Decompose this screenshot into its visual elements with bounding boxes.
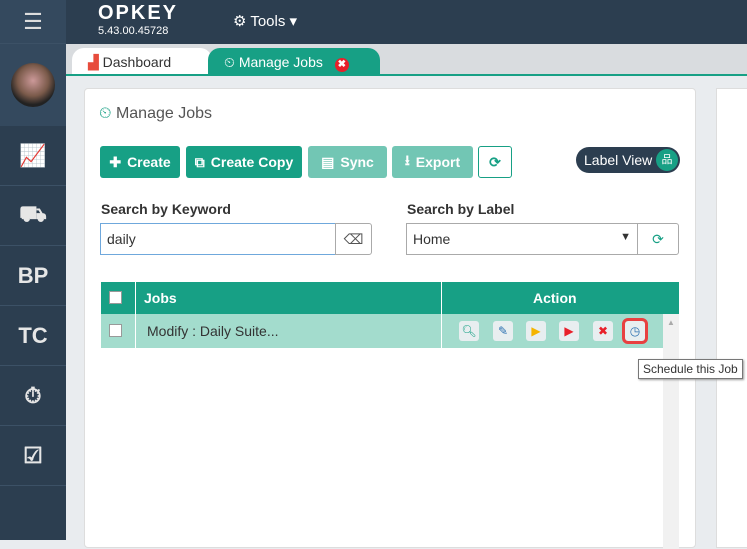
select-all-checkbox[interactable] <box>109 291 122 304</box>
label-refresh-button[interactable]: ⟳ <box>637 223 679 255</box>
sidebar-item-jobs[interactable]: ⏱ <box>0 366 66 426</box>
scrollbar[interactable]: ▲ <box>663 314 679 549</box>
hamburger-menu-icon[interactable]: ☰ <box>0 0 66 44</box>
right-panel <box>716 88 747 548</box>
manage-jobs-panel: ⏲ Manage Jobs ✚ Create ⧉ Create Copy ▤ S… <box>84 88 696 549</box>
briefcase-icon: ⏲ <box>99 105 116 122</box>
chart-icon: ▟ <box>88 54 103 70</box>
briefcase-icon: ⏲ <box>224 54 239 70</box>
tools-menu[interactable]: ⚙ Tools ▾ <box>233 12 297 30</box>
sidebar-item-checklist[interactable]: ☑ <box>0 426 66 486</box>
tooltip: Schedule this Job <box>638 359 743 379</box>
create-button[interactable]: ✚ Create <box>100 146 180 178</box>
avatar[interactable] <box>0 44 66 126</box>
run-now-play-icon[interactable]: ▶ <box>559 321 579 341</box>
tab-dashboard[interactable]: ▟ Dashboard <box>72 48 212 76</box>
tab-bar: ▟ Dashboard ⏲ Manage Jobs ✖ <box>66 44 747 76</box>
delete-icon[interactable]: ✖ <box>593 321 613 341</box>
sidebar-item-execution[interactable]: ⛟ <box>0 186 66 246</box>
job-name[interactable]: Modify : Daily Suite... <box>147 323 279 339</box>
export-button[interactable]: ⭳ Export <box>392 146 473 178</box>
label-view-toggle[interactable]: Label View 品 <box>576 147 680 173</box>
clear-eraser-button[interactable]: ⌫ <box>335 223 372 255</box>
sidebar: ☰ 📈 ⛟ BP TC ⏱ ☑ <box>0 0 66 540</box>
label-select[interactable]: Home ▼ <box>406 223 638 255</box>
dropdown-arrow-icon: ▼ <box>620 231 631 243</box>
top-bar: OPKEY 5.43.00.45728 ⚙ Tools ▾ <box>66 0 747 44</box>
table-row[interactable]: Modify : Daily Suite... 🔍︎ ✎ ▶ ▶ ✖ ◷ <box>101 314 663 348</box>
keyword-search-input[interactable]: daily <box>100 223 336 255</box>
sidebar-item-tc[interactable]: TC <box>0 306 66 366</box>
refresh-button[interactable]: ⟳ <box>478 146 512 178</box>
hierarchy-icon: 品 <box>656 149 678 171</box>
sync-button[interactable]: ▤ Sync <box>308 146 387 178</box>
app-logo: OPKEY <box>98 2 179 24</box>
keyword-label: Search by Keyword <box>101 201 231 217</box>
schedule-clock-icon[interactable]: ◷ <box>622 318 648 344</box>
column-jobs[interactable]: Jobs <box>144 290 177 306</box>
sidebar-item-bp[interactable]: BP <box>0 246 66 306</box>
edit-icon[interactable]: ✎ <box>493 321 513 341</box>
sidebar-item-dashboard[interactable]: 📈 <box>0 126 66 186</box>
label-search-label: Search by Label <box>407 201 515 217</box>
close-tab-icon[interactable]: ✖ <box>334 58 349 72</box>
table-header: Jobs Action <box>101 282 679 314</box>
eraser-icon: ⌫ <box>343 230 364 247</box>
run-play-icon[interactable]: ▶ <box>526 321 546 341</box>
column-action: Action <box>533 290 577 306</box>
create-copy-button[interactable]: ⧉ Create Copy <box>186 146 302 178</box>
app-version: 5.43.00.45728 <box>98 25 169 37</box>
page-title: ⏲ Manage Jobs <box>99 105 212 122</box>
tab-manage-jobs[interactable]: ⏲ Manage Jobs ✖ <box>208 48 380 76</box>
row-checkbox[interactable] <box>109 324 122 337</box>
gears-icon: ⚙ <box>233 13 251 30</box>
view-search-icon[interactable]: 🔍︎ <box>459 321 479 341</box>
